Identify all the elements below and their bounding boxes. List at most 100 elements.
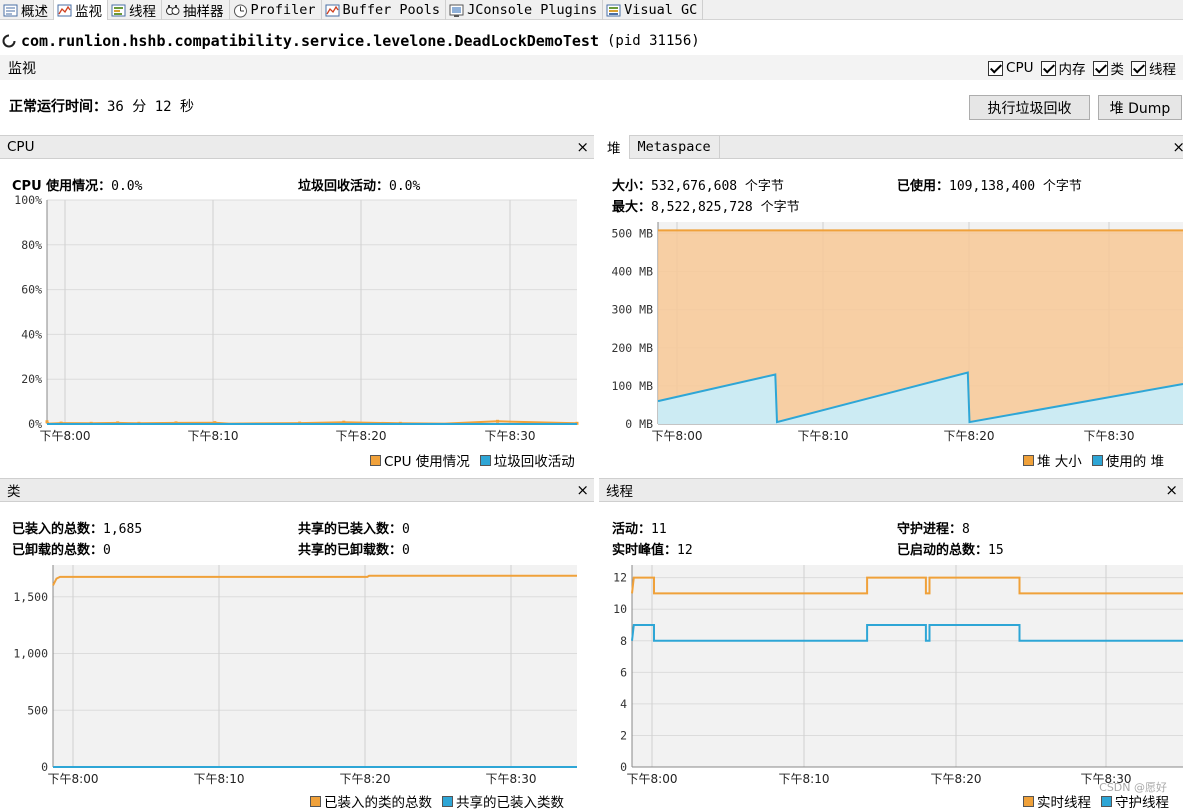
x-tick-label: 下午8:10: [188, 429, 239, 443]
classes-shared-loaded-label: 共享的已装入数：: [298, 522, 402, 537]
checkbox-box[interactable]: [1131, 61, 1146, 76]
y-tick-label: 1,000: [13, 647, 48, 661]
uptime: 正常运行时间：36 分 12 秒: [9, 96, 194, 116]
overview-icon: [3, 3, 18, 18]
y-tick-label: 100 MB: [611, 379, 653, 393]
checkbox-box[interactable]: [1041, 61, 1056, 76]
heap-legend: 堆 大小 使用的 堆: [1013, 450, 1164, 470]
classes-legend-shared: 共享的已装入类数: [456, 791, 564, 811]
cpu-panel-title: CPU: [7, 139, 34, 155]
x-tick-label: 下午8:00: [652, 429, 703, 443]
cpu-chart: 100%80%60%40%20%0%下午8:00下午8:10下午8:20下午8:…: [0, 196, 594, 446]
cpu-legend: CPU 使用情况 垃圾回收活动: [360, 450, 575, 470]
cpu-legend-usage: CPU 使用情况: [384, 450, 470, 470]
classes-unloaded-value: 0: [103, 543, 111, 558]
threads-live-label: 活动：: [612, 522, 651, 537]
tab-7[interactable]: Visual GC: [603, 0, 703, 20]
threads-daemon-label: 守护进程：: [897, 522, 962, 537]
y-tick-label: 300 MB: [611, 303, 653, 317]
x-tick-label: 下午8:30: [1084, 429, 1135, 443]
classes-legend: 已装入的类的总数 共享的已装入类数: [300, 791, 564, 811]
heap-close-icon[interactable]: ×: [1172, 138, 1183, 156]
process-name: com.runlion.hshb.compatibility.service.l…: [21, 32, 599, 50]
tab-heap[interactable]: 堆: [599, 135, 630, 159]
checkbox-label: 内存: [1059, 58, 1086, 78]
x-tick-label: 下午8:10: [779, 772, 830, 786]
threads-legend-live: 实时线程: [1037, 791, 1091, 811]
perform-gc-button[interactable]: 执行垃圾回收: [969, 95, 1090, 120]
checkbox-1[interactable]: 内存: [1041, 58, 1086, 78]
heap-panel-header: 堆 Metaspace ×: [599, 135, 1183, 159]
tab-2[interactable]: 线程: [108, 0, 162, 20]
tab-label: 概述: [21, 0, 48, 20]
classes-unloaded-label: 已卸载的总数：: [12, 543, 103, 558]
tab-4[interactable]: Profiler: [230, 0, 322, 20]
threads-peak-value: 12: [677, 543, 693, 558]
heap-size-value: 532,676,608 个字节: [651, 179, 784, 194]
y-tick-label: 4: [620, 697, 627, 711]
profiler-icon: [233, 3, 248, 18]
tab-0[interactable]: 概述: [0, 0, 54, 20]
threads-close-icon[interactable]: ×: [1165, 481, 1178, 499]
tab-bar: 概述 监视线程抽样器Profiler Buffer Pools JConsole Pl…: [0, 0, 1183, 20]
y-tick-label: 2: [620, 728, 627, 742]
jconsole-icon: [449, 3, 464, 18]
classes-shared-unloaded-label: 共享的已卸载数：: [298, 543, 402, 558]
y-tick-label: 40%: [21, 327, 42, 341]
cpu-close-icon[interactable]: ×: [576, 138, 589, 156]
threads-started-label: 已启动的总数：: [897, 543, 988, 558]
y-tick-label: 80%: [21, 238, 42, 252]
y-tick-label: 500 MB: [611, 226, 653, 240]
visual-gc-icon: [606, 3, 621, 18]
x-tick-label: 下午8:30: [485, 429, 536, 443]
tab-metaspace[interactable]: Metaspace: [630, 135, 720, 159]
heap-used-value: 109,138,400 个字节: [949, 179, 1082, 194]
tab-5[interactable]: Buffer Pools: [322, 0, 447, 20]
heap-used-swatch: [1092, 455, 1103, 466]
x-tick-label: 下午8:20: [336, 429, 387, 443]
heap-max-value: 8,522,825,728 个字节: [651, 200, 800, 215]
y-tick-label: 6: [620, 665, 627, 679]
checkbox-box[interactable]: [988, 61, 1003, 76]
x-tick-label: 下午8:30: [486, 772, 537, 786]
x-tick-label: 下午8:00: [48, 772, 99, 786]
cpu-point: [496, 420, 499, 423]
classes-loaded-swatch: [310, 796, 321, 807]
cpu-gc-label: 垃圾回收活动：: [298, 179, 389, 194]
tab-6[interactable]: JConsole Plugins: [446, 0, 603, 20]
tab-label: Buffer Pools: [343, 2, 441, 18]
monitor-icon: [57, 3, 72, 18]
classes-loaded-label: 已装入的总数：: [12, 522, 103, 537]
tab-label: 监视: [75, 0, 102, 20]
threads-started-value: 15: [988, 543, 1004, 558]
y-tick-label: 100%: [14, 193, 42, 207]
checkbox-box[interactable]: [1093, 61, 1108, 76]
cpu-legend-gc: 垃圾回收活动: [494, 450, 575, 470]
classes-loaded-value: 1,685: [103, 522, 142, 537]
heap-dump-button[interactable]: 堆 Dump: [1098, 95, 1182, 120]
threads-daemon-value: 8: [962, 522, 970, 537]
tab-1[interactable]: 监视: [54, 0, 108, 20]
tab-label: JConsole Plugins: [467, 2, 597, 18]
cpu-usage-swatch: [370, 455, 381, 466]
classes-panel-title: 类: [7, 480, 21, 500]
y-tick-label: 200 MB: [611, 341, 653, 355]
tab-3[interactable]: 抽样器: [162, 0, 230, 20]
cpu-panel-header: CPU ×: [0, 135, 594, 159]
checkbox-0[interactable]: CPU: [988, 58, 1033, 78]
y-tick-label: 20%: [21, 372, 42, 386]
process-pid: (pid 31156): [607, 33, 700, 49]
classes-shared-loaded-value: 0: [402, 522, 410, 537]
classes-shared-unloaded-value: 0: [402, 543, 410, 558]
plot-background: [53, 565, 577, 767]
checkbox-3[interactable]: 线程: [1131, 58, 1176, 78]
uptime-value: 36 分 12 秒: [107, 99, 194, 115]
heap-chart: 500 MB400 MB300 MB200 MB100 MB0 MB下午8:00…: [599, 217, 1183, 446]
threads-daemon-swatch: [1101, 796, 1112, 807]
classes-panel-header: 类 ×: [0, 478, 594, 502]
checkbox-2[interactable]: 类: [1093, 58, 1125, 78]
x-tick-label: 下午8:20: [931, 772, 982, 786]
threads-panel-title: 线程: [606, 480, 633, 500]
heap-used-label: 已使用：: [897, 179, 949, 194]
classes-close-icon[interactable]: ×: [576, 481, 589, 499]
